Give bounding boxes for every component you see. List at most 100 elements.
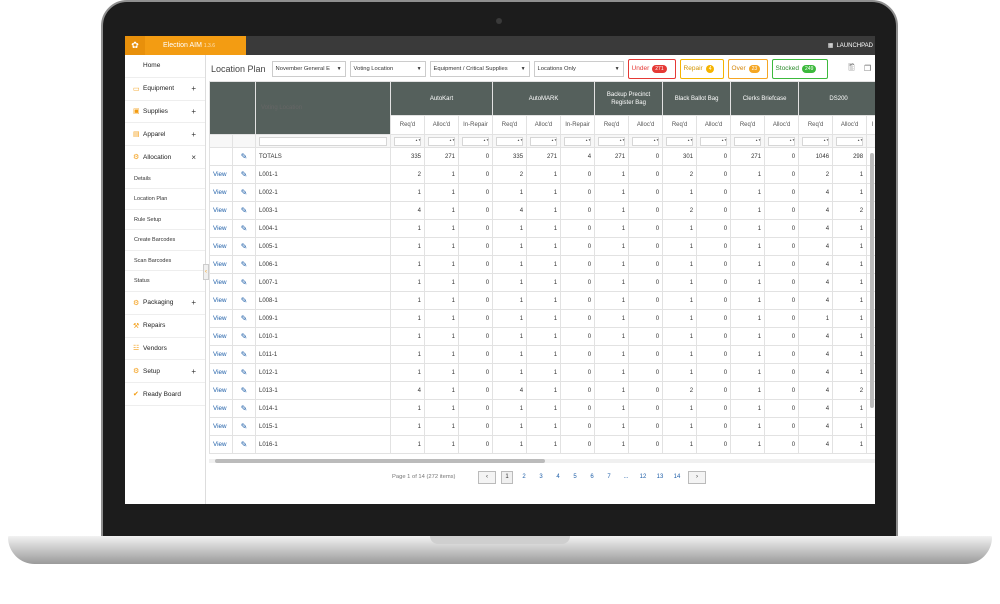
quantity-cell[interactable]: 0 [560,273,596,292]
quantity-cell[interactable]: 4 [492,381,528,400]
view-link[interactable]: View [209,363,233,382]
quantity-cell[interactable]: 0 [696,273,732,292]
column-header[interactable]: Req'd [798,115,834,135]
quantity-cell[interactable]: 1 [730,417,766,436]
sidebar-subitem-location-plan[interactable]: Location Plan [125,189,205,210]
sidebar-item-repairs[interactable]: ⚒ Repairs [125,315,205,338]
quantity-cell[interactable]: 1 [662,399,698,418]
quantity-cell[interactable]: 1 [424,381,459,400]
quantity-cell[interactable]: 1 [492,327,528,346]
next-page-button[interactable]: › [688,470,706,484]
view-link[interactable]: View [209,399,233,418]
quantity-cell[interactable]: 0 [764,327,800,346]
quantity-cell[interactable]: 1 [662,291,698,310]
quantity-cell[interactable]: 0 [696,201,732,220]
quantity-cell[interactable]: 1 [662,183,698,202]
quantity-cell[interactable]: 1 [594,255,630,274]
quantity-cell[interactable]: 1 [662,417,698,436]
quantity-cell[interactable]: 0 [560,435,596,454]
page-button[interactable]: ... [620,471,632,484]
quantity-cell[interactable]: 0 [457,417,494,436]
quantity-cell[interactable]: 0 [696,291,732,310]
quantity-cell[interactable]: 4 [798,273,834,292]
quantity-cell[interactable]: 1 [526,273,562,292]
column-header[interactable]: Req'd [662,115,698,135]
quantity-cell[interactable]: 0 [560,183,596,202]
column-filter-input[interactable] [836,136,864,146]
quantity-cell[interactable]: 0 [764,183,800,202]
quantity-cell[interactable]: 1 [390,327,425,346]
quantity-cell[interactable]: 1 [492,363,528,382]
sidebar-item-supplies[interactable]: ▣ Supplies + [125,101,205,124]
view-link[interactable]: View [209,201,233,220]
quantity-cell[interactable]: 0 [696,381,732,400]
expand-icon[interactable]: + [191,367,196,376]
quantity-cell[interactable]: 1 [662,363,698,382]
quantity-cell[interactable]: 2 [390,165,425,184]
quantity-cell[interactable]: 1 [526,309,562,328]
expand-icon[interactable]: + [191,298,196,307]
over-button[interactable]: Over 23 [727,58,768,79]
sidebar-subitem-details[interactable]: Details [125,169,205,190]
column-header[interactable]: Alloc'd [424,115,459,135]
quantity-cell[interactable]: 1 [832,435,868,454]
quantity-cell[interactable]: 1 [424,309,459,328]
quantity-cell[interactable]: 2 [492,165,528,184]
quantity-cell[interactable]: 4 [798,201,834,220]
quantity-cell[interactable]: 0 [457,237,494,256]
quantity-cell[interactable]: 1 [730,381,766,400]
quantity-cell[interactable]: 0 [628,237,664,256]
page-button[interactable]: 14 [671,471,683,484]
quantity-cell[interactable]: 0 [764,219,800,238]
column-filter-input[interactable] [802,136,830,146]
page-button[interactable]: 5 [569,471,581,484]
column-filter-input[interactable] [734,136,762,146]
quantity-cell[interactable]: 0 [764,291,800,310]
edit-pencil-icon[interactable]: ✎ [232,309,256,328]
edit-pencil-icon[interactable]: ✎ [232,399,256,418]
quantity-cell[interactable]: 4 [798,381,834,400]
launchpad-button[interactable]: ▦ LAUNCHPAD [828,36,873,55]
quantity-cell[interactable]: 1 [832,183,868,202]
quantity-cell[interactable]: 0 [560,165,596,184]
quantity-cell[interactable]: 0 [457,363,494,382]
quantity-cell[interactable]: 0 [628,363,664,382]
quantity-cell[interactable]: 1 [424,255,459,274]
quantity-cell[interactable]: 4 [798,345,834,364]
quantity-cell[interactable]: 1 [730,219,766,238]
quantity-cell[interactable]: 4 [798,417,834,436]
quantity-cell[interactable]: 0 [457,201,494,220]
quantity-cell[interactable]: 1 [662,327,698,346]
quantity-cell[interactable]: 0 [696,399,732,418]
quantity-cell[interactable]: 0 [560,417,596,436]
column-header[interactable]: Alloc'd [832,115,868,135]
column-filter-input[interactable] [496,136,524,146]
quantity-cell[interactable]: 1 [832,255,868,274]
quantity-cell[interactable]: 0 [457,309,494,328]
quantity-cell[interactable]: 1 [526,237,562,256]
quantity-cell[interactable]: 1 [594,381,630,400]
quantity-cell[interactable]: 1 [832,363,868,382]
edit-pencil-icon[interactable]: ✎ [232,327,256,346]
edit-pencil-icon[interactable]: ✎ [232,165,256,184]
column-filter-input[interactable] [530,136,558,146]
quantity-cell[interactable]: 0 [696,345,732,364]
view-link[interactable]: View [209,327,233,346]
quantity-cell[interactable]: 1 [832,327,868,346]
quantity-cell[interactable]: 0 [696,219,732,238]
edit-pencil-icon[interactable]: ✎ [232,417,256,436]
quantity-cell[interactable]: 1 [424,417,459,436]
column-header[interactable]: In-Repair [560,115,596,135]
edit-pencil-icon[interactable]: ✎ [232,147,256,166]
sidebar-item-setup[interactable]: ⚙ Setup + [125,360,205,384]
quantity-cell[interactable]: 1 [492,237,528,256]
quantity-cell[interactable]: 1 [730,399,766,418]
quantity-cell[interactable]: 1 [492,219,528,238]
quantity-cell[interactable]: 0 [560,363,596,382]
quantity-cell[interactable]: 0 [560,201,596,220]
quantity-cell[interactable]: 0 [696,309,732,328]
quantity-cell[interactable]: 1 [594,363,630,382]
quantity-cell[interactable]: 1 [730,345,766,364]
column-filter-input[interactable] [428,136,455,146]
column-filter-input[interactable] [462,136,490,146]
